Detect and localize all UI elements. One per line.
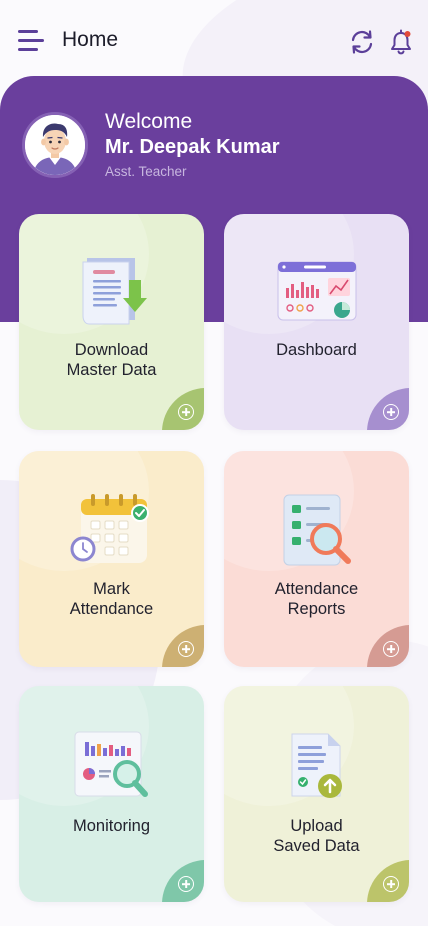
app-bar: Home [0,0,428,80]
tile-attendance-reports[interactable]: Attendance Reports [224,451,409,667]
add-circle-icon[interactable] [383,404,399,420]
welcome-text: Welcome [105,110,193,133]
sync-icon[interactable] [348,28,376,56]
tile-label: Dashboard [276,341,357,359]
avatar-icon[interactable] [22,112,88,178]
user-name: Mr. Deepak Kumar [105,136,280,158]
tile-label: Mark Attendance [69,580,154,618]
tile-label: Upload Saved Data [273,817,360,855]
tile-mark-attendance[interactable]: Mark Attendance [19,451,204,667]
calendar-clock-icon [69,491,155,575]
tile-dashboard[interactable]: Dashboard [224,214,409,430]
tile-label: Attendance Reports [274,580,359,618]
tile-label: Download Master Data [66,341,157,379]
tile-download-master-data[interactable]: Download Master Data [19,214,204,430]
report-search-icon [280,493,360,573]
monitoring-magnifier-icon [71,730,157,808]
page-title: Home [62,28,119,51]
add-circle-icon[interactable] [178,876,194,892]
download-document-icon [69,254,159,332]
upload-document-icon [286,730,352,808]
user-role: Asst. Teacher [105,164,187,179]
tile-upload-saved-data[interactable]: Upload Saved Data [224,686,409,902]
add-circle-icon[interactable] [383,876,399,892]
add-circle-icon[interactable] [383,641,399,657]
tile-monitoring[interactable]: Monitoring [19,686,204,902]
home-screen: Home Welcome Mr. Deepak Kumar Asst. Teac… [0,0,428,926]
hamburger-menu-icon[interactable] [18,30,44,52]
bell-icon[interactable] [388,28,414,56]
add-circle-icon[interactable] [178,404,194,420]
tile-label: Monitoring [72,817,151,835]
add-circle-icon[interactable] [178,641,194,657]
dashboard-chart-icon [276,258,360,328]
